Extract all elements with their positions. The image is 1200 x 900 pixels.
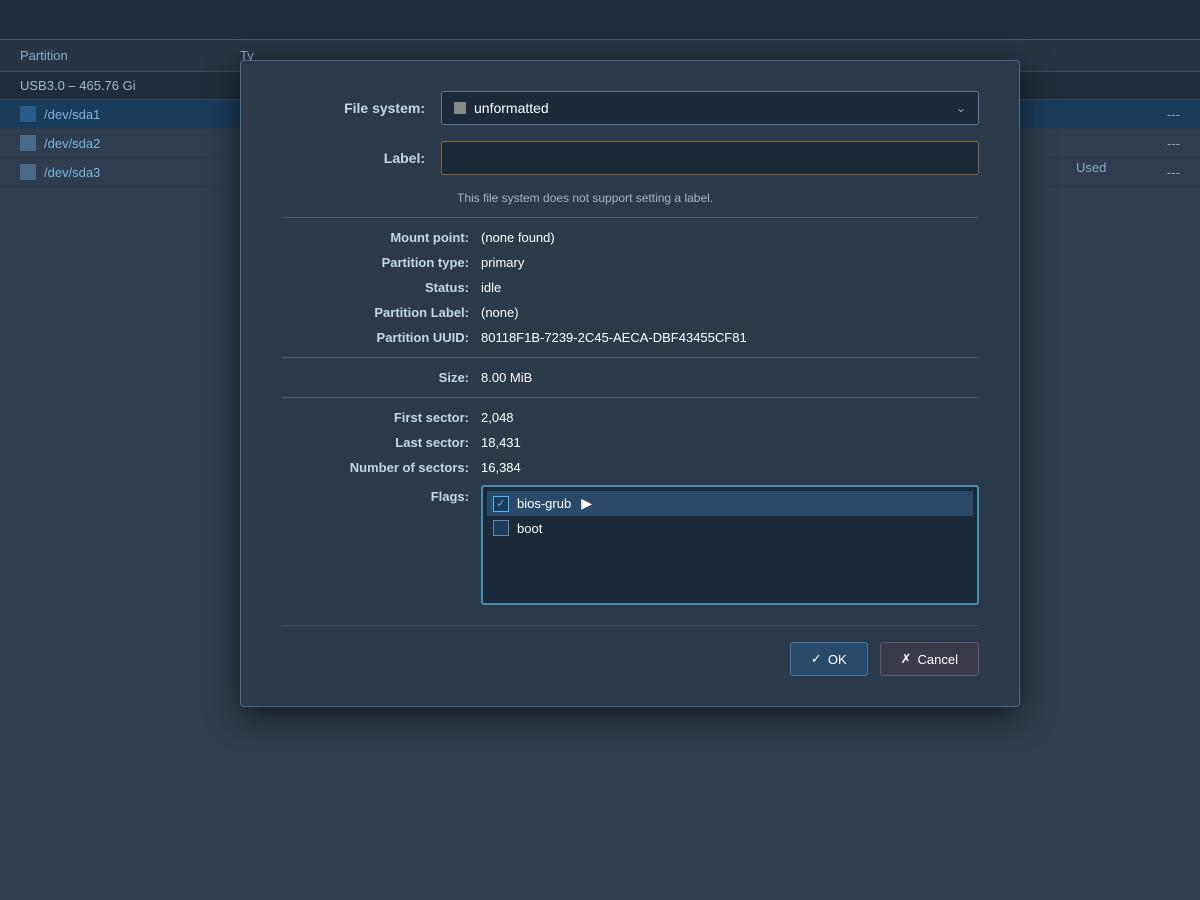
mount-point-label: Mount point:	[281, 230, 481, 245]
partition-dash-sda2: ---	[1167, 136, 1180, 151]
partition-type-row: Partition type: primary	[281, 255, 979, 270]
first-sector-value: 2,048	[481, 410, 979, 425]
partition-label-value: (none)	[481, 305, 979, 320]
uuid-row: Partition UUID: 80118F1B-7239-2C45-AECA-…	[281, 330, 979, 345]
cancel-button[interactable]: ✗ Cancel	[880, 642, 979, 676]
partition-name-sda1: /dev/sda1	[44, 107, 244, 122]
status-label: Status:	[281, 280, 481, 295]
mount-point-row: Mount point: (none found)	[281, 230, 979, 245]
filesystem-row: File system: unformatted ⌄	[281, 91, 979, 125]
partition-edit-dialog: File system: unformatted ⌄ Label: This f…	[240, 60, 1020, 707]
filesystem-type-icon	[454, 102, 466, 114]
flag-item-bios-grub[interactable]: ✓ bios-grub ▶	[487, 491, 973, 516]
x-icon: ✗	[901, 651, 912, 667]
filesystem-value: unformatted	[474, 100, 549, 116]
partition-info-section: Mount point: (none found) Partition type…	[281, 230, 979, 475]
ok-label: OK	[828, 652, 847, 667]
uuid-value: 80118F1B-7239-2C45-AECA-DBF43455CF81	[481, 330, 979, 345]
partition-type-label: Partition type:	[281, 255, 481, 270]
col-header-partition: Partition	[20, 48, 240, 63]
checkmark-icon: ✓	[811, 651, 822, 667]
size-label: Size:	[281, 370, 481, 385]
status-value: idle	[481, 280, 979, 295]
last-sector-label: Last sector:	[281, 435, 481, 450]
ok-button[interactable]: ✓ OK	[790, 642, 868, 676]
flags-label: Flags:	[281, 485, 481, 504]
used-column-header: Used	[1068, 152, 1200, 183]
partition-icon-sda3	[20, 164, 36, 180]
last-sector-value: 18,431	[481, 435, 979, 450]
divider-2	[281, 357, 979, 358]
flag-checkbox-bios-grub[interactable]: ✓	[493, 496, 509, 512]
chevron-down-icon: ⌄	[956, 101, 966, 115]
partition-label-row: Partition Label: (none)	[281, 305, 979, 320]
filesystem-label: File system:	[281, 100, 441, 116]
partition-name-sda3: /dev/sda3	[44, 165, 244, 180]
num-sectors-value: 16,384	[481, 460, 979, 475]
filesystem-select-inner: unformatted	[454, 100, 549, 116]
last-sector-row: Last sector: 18,431	[281, 435, 979, 450]
app-header	[0, 0, 1200, 40]
flags-list: ✓ bios-grub ▶ boot	[481, 485, 979, 605]
flag-checkbox-boot[interactable]	[493, 520, 509, 536]
first-sector-row: First sector: 2,048	[281, 410, 979, 425]
partition-label-label: Partition Label:	[281, 305, 481, 320]
label-hint: This file system does not support settin…	[281, 191, 979, 205]
first-sector-label: First sector:	[281, 410, 481, 425]
filesystem-control-wrap: unformatted ⌄	[441, 91, 979, 125]
num-sectors-row: Number of sectors: 16,384	[281, 460, 979, 475]
cursor-pointer-icon: ▶	[581, 495, 592, 512]
divider-1	[281, 217, 979, 218]
size-row: Size: 8.00 MiB	[281, 370, 979, 385]
uuid-label: Partition UUID:	[281, 330, 481, 345]
num-sectors-label: Number of sectors:	[281, 460, 481, 475]
flag-item-boot[interactable]: boot	[487, 516, 973, 540]
flag-label-bios-grub: bios-grub	[517, 496, 571, 511]
disk-label: USB3.0 – 465.76 Gi	[20, 78, 136, 93]
partition-icon-sda2	[20, 135, 36, 151]
cancel-label: Cancel	[918, 652, 958, 667]
label-row: Label:	[281, 141, 979, 175]
partition-name-sda2: /dev/sda2	[44, 136, 244, 151]
mount-point-value: (none found)	[481, 230, 979, 245]
dialog-footer: ✓ OK ✗ Cancel	[281, 625, 979, 676]
flags-section: Flags: ✓ bios-grub ▶ boot	[281, 485, 979, 605]
label-input[interactable]	[441, 141, 979, 175]
filesystem-select[interactable]: unformatted ⌄	[441, 91, 979, 125]
label-label: Label:	[281, 150, 441, 166]
label-control-wrap	[441, 141, 979, 175]
size-value: 8.00 MiB	[481, 370, 979, 385]
status-row: Status: idle	[281, 280, 979, 295]
partition-type-value: primary	[481, 255, 979, 270]
flag-label-boot: boot	[517, 521, 542, 536]
divider-3	[281, 397, 979, 398]
partition-dash-sda1: ---	[1167, 107, 1180, 122]
partition-icon-sda1	[20, 106, 36, 122]
